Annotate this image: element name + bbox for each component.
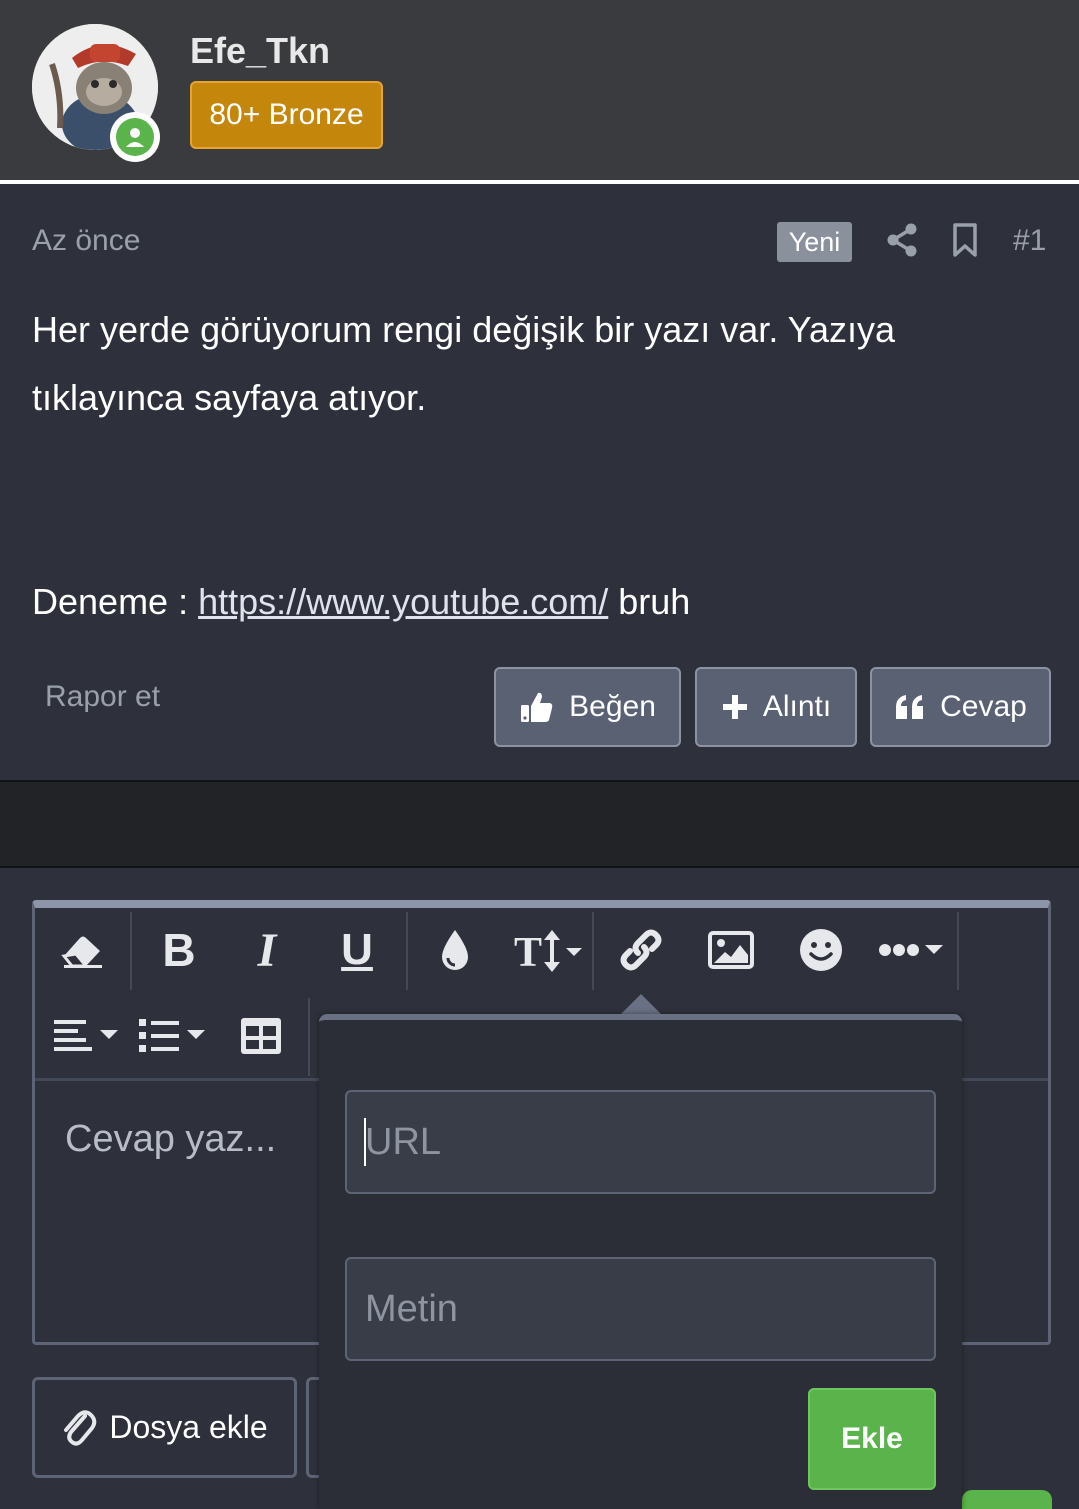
editor-placeholder[interactable]: Cevap yaz... xyxy=(65,1118,276,1161)
link-icon[interactable] xyxy=(611,920,671,980)
post-time[interactable]: Az önce xyxy=(32,224,140,258)
image-icon[interactable] xyxy=(701,920,761,980)
url-input[interactable] xyxy=(345,1090,936,1194)
text-cursor xyxy=(364,1118,366,1166)
quote-marks-icon xyxy=(896,695,924,719)
post: Az önce Yeni #1 Her yerde görüyorum reng… xyxy=(0,184,1079,780)
reply-label: Cevap xyxy=(940,690,1027,723)
youtube-link[interactable]: https://www.youtube.com/ xyxy=(198,581,608,622)
insert-link-button[interactable]: Ekle xyxy=(808,1388,936,1490)
quote-button[interactable]: Alıntı xyxy=(695,667,857,747)
editor-toolbar-row-1: B I U T xyxy=(35,908,1048,994)
attach-file-label: Dosya ekle xyxy=(109,1409,268,1445)
like-label: Beğen xyxy=(569,690,656,723)
deneme-label: Deneme : xyxy=(32,581,199,622)
more-options-icon[interactable] xyxy=(875,920,951,980)
italic-icon[interactable]: I xyxy=(237,920,297,980)
quote-label: Alıntı xyxy=(762,690,832,723)
online-status xyxy=(110,112,160,162)
align-icon[interactable] xyxy=(51,1006,123,1066)
post-deneme-line: Deneme : https://www.youtube.com/ bruh xyxy=(32,568,1032,636)
eraser-icon[interactable] xyxy=(53,920,113,980)
post-number[interactable]: #1 xyxy=(1013,224,1046,258)
rank-badge: 80+ Bronze xyxy=(190,81,383,149)
plus-icon xyxy=(722,695,747,719)
popup-arrow xyxy=(620,994,662,1015)
like-button[interactable]: Beğen xyxy=(494,667,681,747)
bold-icon[interactable]: B xyxy=(149,920,209,980)
reply-button[interactable]: Cevap xyxy=(870,667,1051,747)
color-drop-icon[interactable] xyxy=(425,920,485,980)
post-text: Her yerde görüyorum rengi değişik bir ya… xyxy=(32,309,896,418)
list-icon[interactable] xyxy=(137,1006,209,1066)
paperclip-icon xyxy=(64,1409,97,1446)
new-badge: Yeni xyxy=(777,222,852,262)
thumbs-up-icon xyxy=(521,692,553,722)
submit-reply-button[interactable] xyxy=(962,1490,1052,1509)
table-icon[interactable] xyxy=(231,1006,291,1066)
underline-icon[interactable]: U xyxy=(327,920,387,980)
bookmark-icon[interactable] xyxy=(947,222,983,258)
svg-text:T: T xyxy=(514,930,542,972)
emoji-icon[interactable] xyxy=(791,920,851,980)
report-link[interactable]: Rapor et xyxy=(45,680,160,714)
user-header: Efe_Tkn 80+ Bronze xyxy=(0,0,1079,180)
user-icon xyxy=(126,128,144,147)
post-body: Her yerde görüyorum rengi değişik bir ya… xyxy=(32,296,1032,636)
deneme-suffix: bruh xyxy=(608,581,691,622)
insert-link-popup: Ekle xyxy=(319,1014,962,1509)
link-text-input[interactable] xyxy=(345,1257,936,1361)
font-size-icon[interactable]: T xyxy=(511,920,587,980)
username[interactable]: Efe_Tkn xyxy=(190,30,330,72)
attach-file-button[interactable]: Dosya ekle xyxy=(32,1377,297,1478)
section-separator xyxy=(0,780,1079,868)
share-icon[interactable] xyxy=(885,222,921,258)
